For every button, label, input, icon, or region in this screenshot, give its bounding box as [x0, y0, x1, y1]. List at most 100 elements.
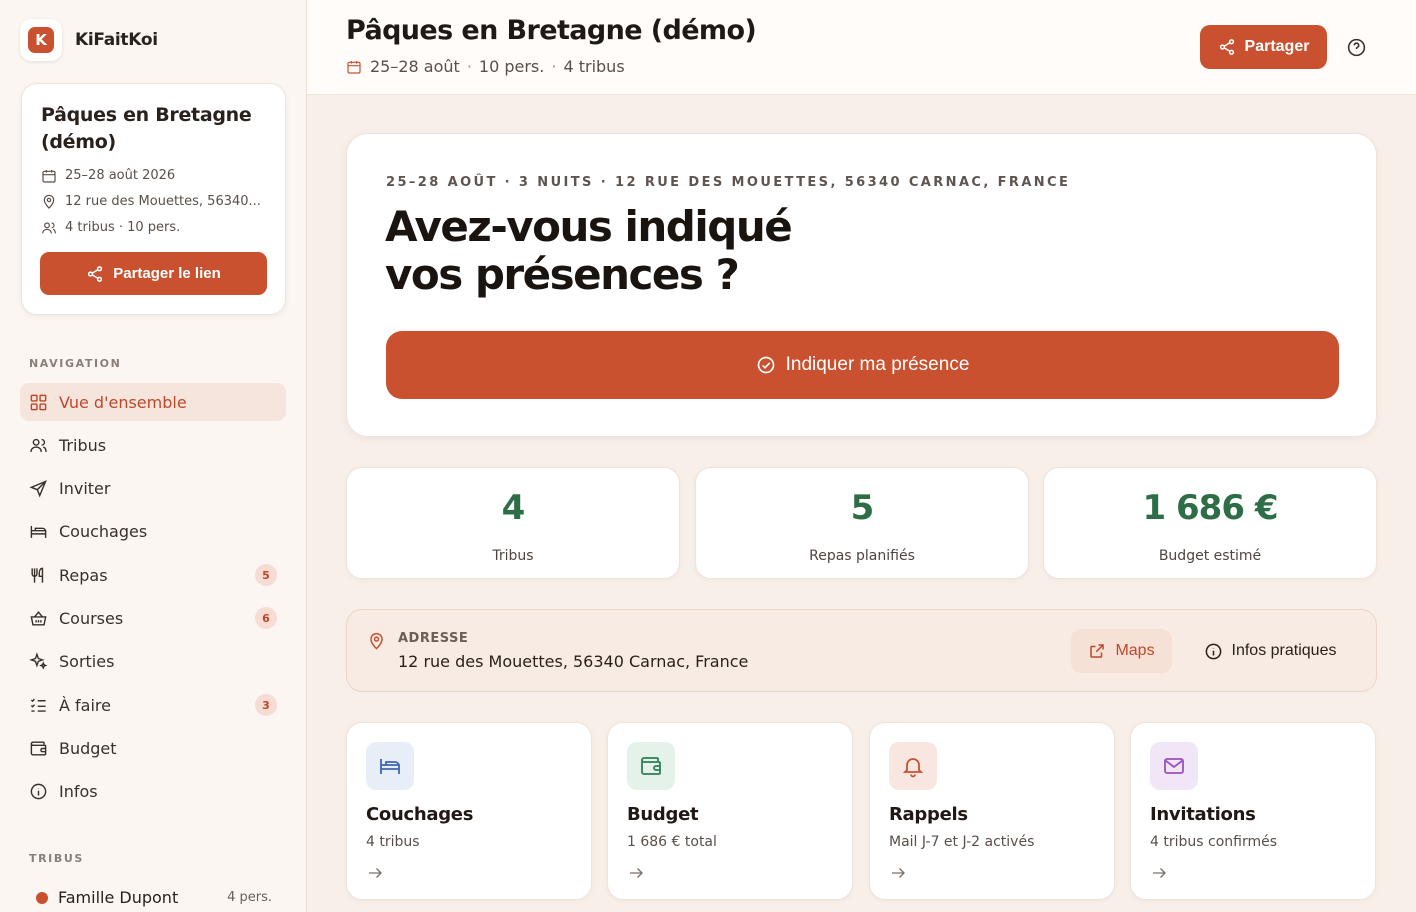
- sidebar-item-label: Courses: [59, 608, 124, 628]
- practical-info-button[interactable]: Infos pratiques: [1187, 629, 1353, 673]
- bell-icon: [902, 758, 924, 778]
- help-circle-icon: [1347, 38, 1365, 56]
- header-meta: 25–28 août · 10 pers. · 4 tribus: [346, 57, 625, 76]
- calendar-icon: [347, 60, 361, 74]
- brand-logo: K: [20, 19, 62, 61]
- stat-label: Repas planifiés: [809, 548, 915, 564]
- header-separator: ·: [466, 57, 472, 76]
- tribe-count: 4 pers.: [227, 890, 272, 905]
- hero-eyebrow: 25–28 août · 3 nuits · 12 rue des Mouett…: [386, 175, 1071, 190]
- feature-icon-box: [889, 742, 937, 790]
- sidebar-item-inviter[interactable]: Inviter: [20, 470, 286, 508]
- practical-info-label: Infos pratiques: [1231, 642, 1337, 659]
- mail-icon: [1164, 758, 1184, 774]
- nav-heading: NAVIGATION: [29, 357, 122, 370]
- sidebar-item-label: À faire: [59, 695, 111, 715]
- a-faire-count-badge: 3: [255, 694, 277, 717]
- stat-value: 1 686 €: [1142, 488, 1279, 528]
- sidebar-item-courses[interactable]: Courses 6: [20, 599, 286, 637]
- feature-icon-box: [366, 742, 414, 790]
- feature-icon-box: [627, 742, 675, 790]
- stat-tribus: 4 Tribus: [346, 467, 680, 579]
- tribe-name: Famille Dupont: [58, 888, 179, 907]
- courses-count-badge: 6: [255, 607, 277, 630]
- arrow-right-icon: [369, 868, 382, 878]
- feature-title: Invitations: [1150, 804, 1256, 825]
- grid-icon: [30, 394, 47, 410]
- presence-card: 25–28 août · 3 nuits · 12 rue des Mouett…: [346, 133, 1377, 437]
- wallet-icon: [30, 741, 47, 756]
- event-title: Pâques en Bretagne (démo): [41, 104, 252, 153]
- feature-card-budget[interactable]: Budget 1 686 € total: [607, 722, 853, 900]
- indicate-presence-button[interactable]: Indiquer ma présence: [386, 331, 1339, 399]
- send-icon: [29, 480, 47, 498]
- arrow-right-icon: [892, 868, 905, 878]
- sidebar-item-sorties[interactable]: Sorties: [20, 643, 286, 681]
- sidebar-item-a-faire[interactable]: À faire 3: [20, 686, 286, 724]
- feature-title: Rappels: [889, 804, 968, 825]
- address-label: ADRESSE: [398, 631, 469, 646]
- maps-button-label: Maps: [1115, 642, 1155, 659]
- sparkles-icon: [29, 652, 48, 670]
- header-people: 10 pers.: [478, 57, 545, 76]
- help-button[interactable]: [1344, 35, 1368, 59]
- maps-button[interactable]: Maps: [1071, 629, 1172, 673]
- wallet-icon: [641, 757, 661, 775]
- address-bar: ADRESSE 12 rue des Mouettes, 56340 Carna…: [346, 609, 1377, 692]
- sidebar-item-label: Vue d'ensemble: [59, 392, 187, 412]
- header-dates: 25–28 août: [370, 57, 460, 76]
- arrow-right-icon: [630, 868, 643, 878]
- external-link-icon: [1090, 644, 1105, 658]
- sidebar-item-repas[interactable]: Repas 5: [20, 556, 286, 594]
- hero-title-line2: vos présences ?: [385, 250, 740, 299]
- bed-icon: [30, 526, 47, 539]
- feature-subtitle: 1 686 € total: [627, 834, 717, 850]
- tribe-item[interactable]: Famille Dupont 4 pers.: [36, 888, 272, 907]
- header-tribes: 4 tribus: [563, 57, 625, 76]
- feature-subtitle: 4 tribus confirmés: [1150, 834, 1278, 850]
- map-pin-icon: [43, 194, 55, 209]
- event-address-row: 12 rue des Mouettes, 56340...: [41, 192, 266, 211]
- brand-name: KiFaitKoi: [75, 30, 158, 50]
- sidebar-item-tribus[interactable]: Tribus: [20, 426, 286, 464]
- event-dates: 25–28 août 2026: [65, 168, 176, 183]
- sidebar-item-label: Infos: [59, 782, 98, 802]
- event-summary: 4 tribus · 10 pers.: [65, 220, 181, 235]
- sidebar: K KiFaitKoi Pâques en Bretagne (démo) 25…: [0, 0, 307, 912]
- users-icon: [30, 438, 47, 452]
- feature-subtitle: 4 tribus: [366, 834, 420, 850]
- users-icon: [42, 221, 56, 233]
- brand[interactable]: K KiFaitKoi: [20, 19, 158, 61]
- info-icon: [1205, 643, 1221, 659]
- checklist-icon: [30, 698, 46, 712]
- sidebar-item-overview[interactable]: Vue d'ensemble: [20, 383, 286, 421]
- sidebar-item-label: Repas: [59, 565, 108, 585]
- event-dates-row: 25–28 août 2026: [41, 166, 266, 185]
- feature-card-couchages[interactable]: Couchages 4 tribus: [346, 722, 592, 900]
- sidebar-item-label: Couchages: [59, 522, 148, 542]
- share-button[interactable]: Partager: [1200, 25, 1327, 69]
- share-link-button[interactable]: Partager le lien: [40, 252, 267, 295]
- feature-card-invitations[interactable]: Invitations 4 tribus confirmés: [1130, 722, 1376, 900]
- sidebar-item-couchages[interactable]: Couchages: [20, 513, 286, 551]
- map-pin-icon: [370, 632, 383, 650]
- stat-value: 4: [501, 488, 526, 528]
- share-button-label: Partager: [1244, 38, 1310, 55]
- brand-logo-letter: K: [28, 27, 54, 53]
- sidebar-item-infos[interactable]: Infos: [20, 773, 286, 811]
- feature-subtitle: Mail J-7 et J-2 activés: [889, 834, 1035, 850]
- stat-label: Tribus: [492, 548, 534, 564]
- share-link-label: Partager le lien: [113, 265, 221, 282]
- feature-card-rappels[interactable]: Rappels Mail J-7 et J-2 activés: [869, 722, 1115, 900]
- feature-icon-box: [1150, 742, 1198, 790]
- feature-title: Budget: [627, 804, 699, 825]
- sidebar-item-budget[interactable]: Budget: [20, 729, 286, 767]
- repas-count-badge: 5: [255, 564, 277, 587]
- hero-title-line1: Avez-vous indiqué: [385, 202, 793, 251]
- feature-title: Couchages: [366, 804, 474, 825]
- event-address: 12 rue des Mouettes, 56340...: [65, 194, 261, 209]
- sidebar-item-label: Sorties: [59, 652, 115, 672]
- share-icon: [88, 265, 103, 282]
- sidebar-item-label: Inviter: [59, 479, 111, 499]
- indicate-presence-label: Indiquer ma présence: [785, 354, 970, 375]
